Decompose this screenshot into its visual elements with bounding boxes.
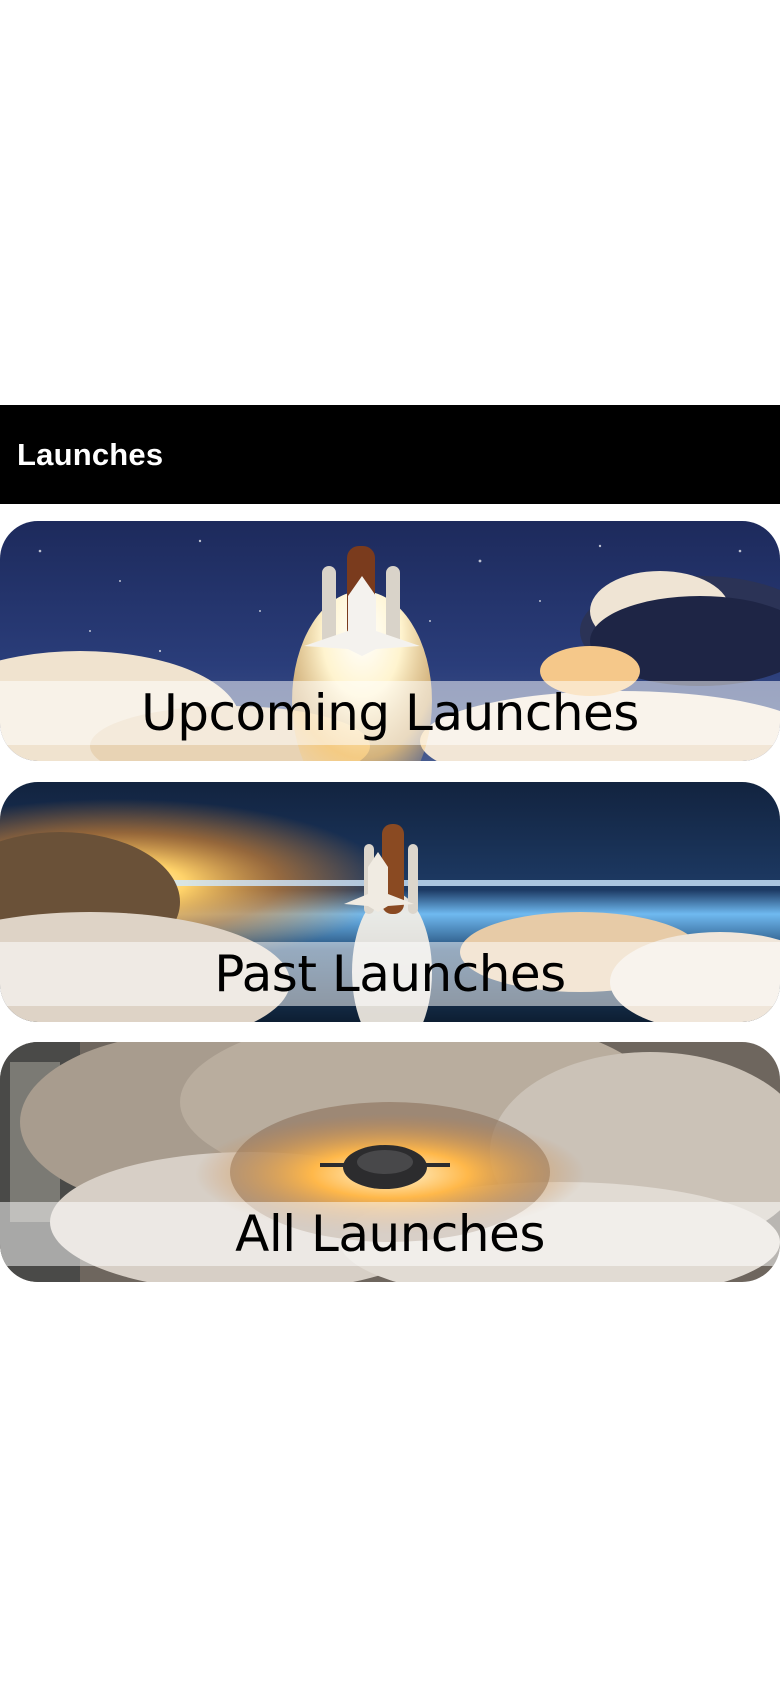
navigation-bar: Launches — [0, 405, 780, 504]
page-title: Launches — [17, 436, 164, 472]
past-launches-card[interactable]: Past Launches — [0, 782, 780, 1022]
card-label-band: Upcoming Launches — [0, 681, 780, 745]
card-label-band: Past Launches — [0, 942, 780, 1006]
card-label-band: All Launches — [0, 1202, 780, 1266]
launches-screen: Launches Upcoming Launches Past Launches… — [0, 0, 780, 1688]
card-title-all: All Launches — [235, 1205, 545, 1263]
all-launches-card[interactable]: All Launches — [0, 1042, 780, 1282]
card-title-upcoming: Upcoming Launches — [141, 684, 639, 742]
upcoming-launches-card[interactable]: Upcoming Launches — [0, 521, 780, 761]
card-title-past: Past Launches — [214, 945, 566, 1003]
